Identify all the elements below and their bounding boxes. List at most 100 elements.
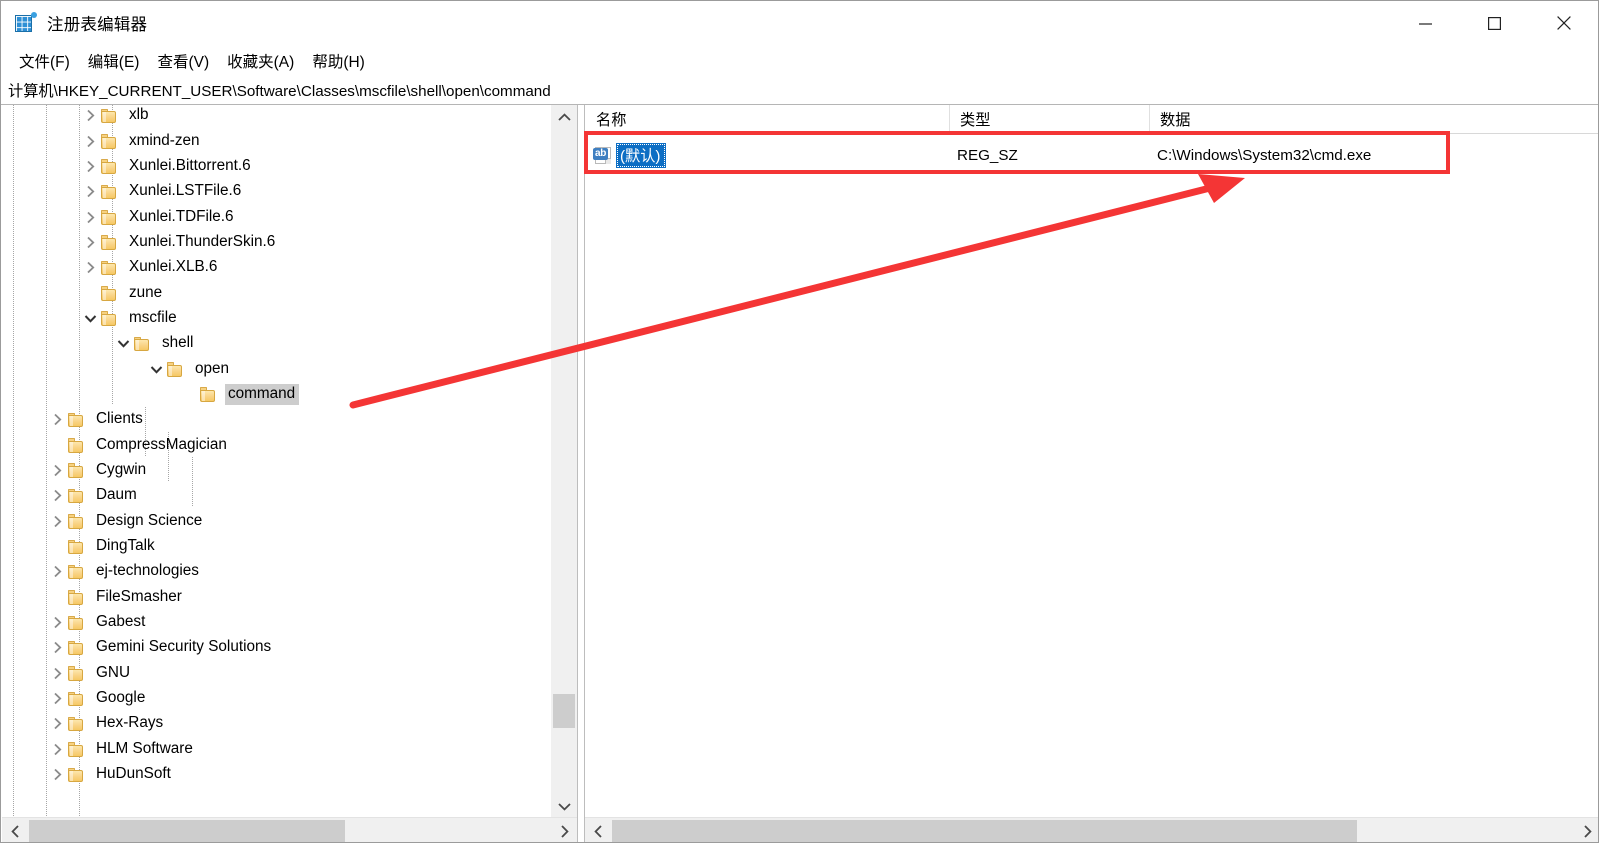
chevron-right-icon[interactable] [46, 635, 68, 660]
chevron-right-icon[interactable] [46, 509, 68, 534]
value-type-cell: REG_SZ [957, 142, 1018, 169]
menu-bar: 文件(F) 编辑(E) 查看(V) 收藏夹(A) 帮助(H) [1, 45, 1598, 76]
chevron-down-icon[interactable] [112, 331, 134, 356]
folder-icon [101, 235, 118, 250]
folder-icon [68, 488, 85, 504]
menu-view[interactable]: 查看(V) [148, 47, 218, 75]
chevron-right-icon[interactable] [46, 661, 68, 686]
chevron-right-icon[interactable] [46, 483, 68, 508]
window-controls [1391, 1, 1598, 45]
tree-item-label: Clients [96, 410, 143, 428]
registry-editor-window: 注册表编辑器 文件(F) 编辑(E) 查看(V) 收藏夹(A) 帮助(H) 计算… [0, 0, 1599, 843]
chevron-right-icon[interactable] [46, 407, 68, 432]
address-bar[interactable]: 计算机\HKEY_CURRENT_USER\Software\Classes\m… [1, 76, 1598, 105]
tree-item-hudunsoft[interactable]: HuDunSoft [2, 762, 552, 787]
chevron-right-icon[interactable] [46, 686, 68, 711]
list-scroll-right-button[interactable] [1574, 818, 1598, 842]
menu-file[interactable]: 文件(F) [10, 47, 79, 75]
list-hscroll-thumb[interactable] [612, 820, 1357, 842]
column-header-data[interactable]: 数据 [1149, 105, 1598, 133]
menu-help[interactable]: 帮助(H) [303, 47, 374, 75]
tree-item-ej-technologies[interactable]: ej-technologies [2, 559, 552, 584]
menu-favorites[interactable]: 收藏夹(A) [218, 47, 303, 75]
minimize-button[interactable] [1391, 1, 1460, 45]
string-value-icon: ab [593, 147, 613, 164]
tree-item-shell[interactable]: shell [2, 331, 552, 356]
tree-item-zune[interactable]: zune [2, 280, 552, 305]
tree-item-google[interactable]: Google [2, 686, 552, 711]
tree-item-label: Hex-Rays [96, 714, 164, 732]
tree-item-xunlei-lstfile-6[interactable]: Xunlei.LSTFile.6 [2, 179, 552, 204]
tree-item-xunlei-tdfile-6[interactable]: Xunlei.TDFile.6 [2, 204, 552, 229]
tree-item-cygwin[interactable]: Cygwin [2, 458, 552, 483]
folder-icon [68, 767, 85, 783]
folder-icon [134, 336, 151, 352]
folder-icon [101, 159, 118, 174]
chevron-right-icon[interactable] [79, 230, 101, 255]
tree-item-xlb[interactable]: xlb [2, 105, 552, 128]
tree-item-hlm-software[interactable]: HLM Software [2, 737, 552, 762]
table-row[interactable]: ab (默认) REG_SZ C:\Windows\System32\cmd.e… [585, 142, 1598, 169]
tree-vertical-scrollbar[interactable] [550, 105, 577, 818]
tree-scroll-right-button[interactable] [551, 818, 577, 842]
tree-item-daum[interactable]: Daum [2, 483, 552, 508]
tree-item-xmind-zen[interactable]: xmind-zen [2, 128, 552, 153]
registry-tree-pane: xlb xmind-zen Xunlei.Bittorrent.6 Xunlei.LS… [2, 105, 578, 842]
chevron-right-icon[interactable] [79, 129, 101, 154]
column-header-type-label: 类型 [960, 112, 991, 129]
tree-item-gnu[interactable]: GNU [2, 661, 552, 686]
chevron-right-icon[interactable] [46, 711, 68, 736]
chevron-right-icon[interactable] [46, 610, 68, 635]
tree-item-command[interactable]: command [2, 382, 552, 407]
tree-item-xunlei-thunderskin-6[interactable]: Xunlei.ThunderSkin.6 [2, 230, 552, 255]
chevron-right-icon[interactable] [79, 179, 101, 204]
tree-item-compressmagician[interactable]: CompressMagician [2, 432, 552, 457]
tree-scroll-down-button[interactable] [551, 794, 577, 818]
tree-item-open[interactable]: open [2, 356, 552, 381]
chevron-right-icon[interactable] [79, 205, 101, 230]
folder-icon [68, 716, 85, 732]
tree-item-design-science[interactable]: Design Science [2, 509, 552, 534]
folder-icon [101, 286, 118, 301]
window-title: 注册表编辑器 [47, 16, 148, 34]
tree-item-label: DingTalk [96, 537, 155, 555]
tree-item-xunlei-bittorrent-6[interactable]: Xunlei.Bittorrent.6 [2, 154, 552, 179]
tree-item-hex-rays[interactable]: Hex-Rays [2, 711, 552, 736]
column-header-name[interactable]: 名称 [585, 105, 949, 133]
folder-icon [101, 311, 118, 326]
tree-item-label: Xunlei.LSTFile.6 [129, 182, 242, 200]
tree-item-clients[interactable]: Clients [2, 407, 552, 432]
tree-scroll-left-button[interactable] [2, 818, 28, 842]
close-button[interactable] [1529, 1, 1598, 45]
tree-scroll-up-button[interactable] [551, 105, 577, 129]
chevron-right-icon[interactable] [79, 154, 101, 179]
tree-item-mscfile[interactable]: mscfile [2, 306, 552, 331]
tree-item-gabest[interactable]: Gabest [2, 610, 552, 635]
tree-hscroll-thumb[interactable] [29, 820, 345, 842]
tree-item-xunlei-xlb-6[interactable]: Xunlei.XLB.6 [2, 255, 552, 280]
maximize-button[interactable] [1460, 1, 1529, 45]
tree-horizontal-scrollbar[interactable] [2, 817, 577, 842]
chevron-down-icon[interactable] [79, 306, 101, 331]
chevron-right-icon[interactable] [46, 559, 68, 584]
tree-item-gemini-security-solutions[interactable]: Gemini Security Solutions [2, 635, 552, 660]
folder-icon [68, 539, 85, 555]
chevron-down-icon[interactable] [145, 357, 167, 382]
tree-item-label: FileSmasher [96, 587, 182, 605]
chevron-right-icon[interactable] [79, 105, 101, 128]
list-horizontal-scrollbar[interactable] [585, 817, 1598, 842]
chevron-right-icon[interactable] [46, 458, 68, 483]
column-header-type[interactable]: 类型 [949, 105, 1149, 133]
tree-scroll-thumb[interactable] [553, 694, 575, 728]
tree-item-filesmasher[interactable]: FileSmasher [2, 585, 552, 610]
list-scroll-left-button[interactable] [585, 818, 611, 842]
value-data: C:\Windows\System32\cmd.exe [1157, 147, 1372, 164]
value-name-cell[interactable]: ab (默认) [593, 142, 666, 169]
chevron-right-icon[interactable] [46, 762, 68, 787]
chevron-right-icon[interactable] [79, 255, 101, 280]
tree-item-dingtalk[interactable]: DingTalk [2, 534, 552, 559]
tree-item-label: open [195, 359, 230, 377]
chevron-right-icon[interactable] [46, 737, 68, 762]
menu-edit[interactable]: 编辑(E) [79, 47, 149, 75]
